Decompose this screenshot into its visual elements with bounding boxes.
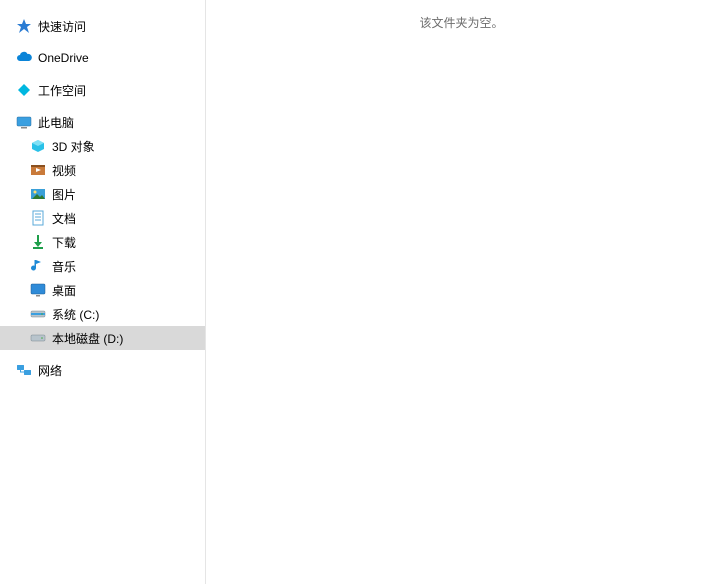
desktop-icon bbox=[30, 282, 46, 298]
quick-access-icon bbox=[16, 18, 32, 34]
objects3d-icon bbox=[30, 138, 46, 154]
sidebar-item-this-pc[interactable]: 此电脑 bbox=[0, 110, 205, 134]
sidebar-item-videos[interactable]: 视频 bbox=[0, 158, 205, 182]
sidebar-item-onedrive[interactable]: OneDrive bbox=[0, 46, 205, 70]
content-pane[interactable]: 该文件夹为空。 bbox=[206, 0, 717, 584]
videos-icon bbox=[30, 162, 46, 178]
sidebar-item-label: 快速访问 bbox=[38, 18, 86, 35]
sidebar-item-label: 桌面 bbox=[52, 282, 76, 299]
sidebar-item-documents[interactable]: 文档 bbox=[0, 206, 205, 230]
drive-icon bbox=[30, 306, 46, 322]
sidebar-item-label: 本地磁盘 (D:) bbox=[52, 330, 123, 347]
sidebar-item-label: 此电脑 bbox=[38, 114, 74, 131]
sidebar-item-workspace[interactable]: 工作空间 bbox=[0, 78, 205, 102]
sidebar-item-drive-d[interactable]: 本地磁盘 (D:) bbox=[0, 326, 205, 350]
onedrive-icon bbox=[16, 50, 32, 66]
sidebar-item-label: 文档 bbox=[52, 210, 76, 227]
music-icon bbox=[30, 258, 46, 274]
sidebar-item-pictures[interactable]: 图片 bbox=[0, 182, 205, 206]
workspace-icon bbox=[16, 82, 32, 98]
sidebar-item-label: 工作空间 bbox=[38, 82, 86, 99]
this-pc-icon bbox=[16, 114, 32, 130]
sidebar-item-music[interactable]: 音乐 bbox=[0, 254, 205, 278]
sidebar-item-label: 系统 (C:) bbox=[52, 306, 99, 323]
documents-icon bbox=[30, 210, 46, 226]
pictures-icon bbox=[30, 186, 46, 202]
downloads-icon bbox=[30, 234, 46, 250]
network-icon bbox=[16, 362, 32, 378]
sidebar-item-label: 3D 对象 bbox=[52, 138, 95, 155]
sidebar-item-label: 音乐 bbox=[52, 258, 76, 275]
empty-folder-message: 该文件夹为空。 bbox=[419, 14, 503, 31]
sidebar-item-drive-c[interactable]: 系统 (C:) bbox=[0, 302, 205, 326]
sidebar-item-quick-access[interactable]: 快速访问 bbox=[0, 14, 205, 38]
sidebar-item-label: 视频 bbox=[52, 162, 76, 179]
sidebar-item-label: OneDrive bbox=[38, 51, 89, 65]
sidebar-item-3d-objects[interactable]: 3D 对象 bbox=[0, 134, 205, 158]
navigation-pane: 快速访问 OneDrive 工作空间 此电脑 3D 对象 视频 bbox=[0, 0, 206, 584]
sidebar-item-label: 下载 bbox=[52, 234, 76, 251]
drive-icon bbox=[30, 330, 46, 346]
sidebar-item-downloads[interactable]: 下载 bbox=[0, 230, 205, 254]
sidebar-item-label: 网络 bbox=[38, 362, 62, 379]
sidebar-item-label: 图片 bbox=[52, 186, 76, 203]
sidebar-item-network[interactable]: 网络 bbox=[0, 358, 205, 382]
sidebar-item-desktop[interactable]: 桌面 bbox=[0, 278, 205, 302]
